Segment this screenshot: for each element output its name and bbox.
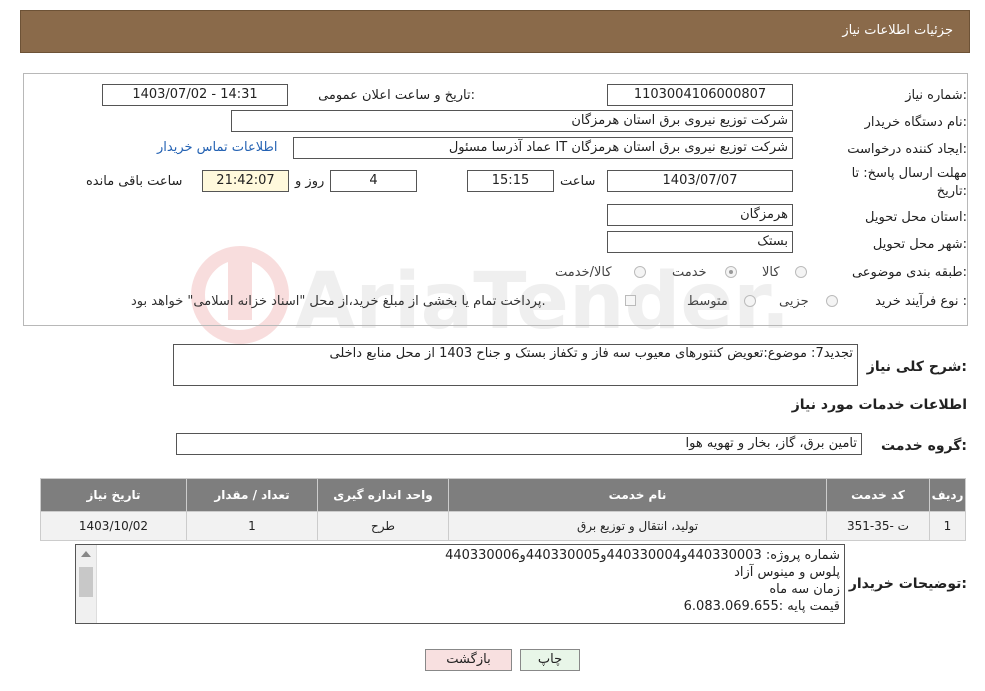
province-field: هرمزگان — [607, 204, 793, 226]
notes-line: شماره پروژه: 440330003و440330004و4403300… — [445, 548, 840, 563]
category-radio-goods-service[interactable] — [634, 266, 646, 278]
buyer-contact-link[interactable]: اطلاعات تماس خریدار — [157, 140, 277, 155]
category-radio-service[interactable] — [725, 266, 737, 278]
cell-date: 1403/10/02 — [40, 511, 187, 541]
cell-name: تولید، انتقال و توزیع برق — [448, 511, 827, 541]
cell-code: ت -35-351 — [826, 511, 930, 541]
deadline-time-label: ساعت — [560, 174, 596, 189]
description-text: تجدید7: موضوع:تعویض کنتورهای معیوب سه فا… — [329, 346, 853, 361]
description-textarea[interactable]: تجدید7: موضوع:تعویض کنتورهای معیوب سه فا… — [173, 344, 858, 386]
page-header: جزئیات اطلاعات نیاز — [20, 10, 970, 53]
col-code: کد خدمت — [826, 478, 930, 512]
notes-line: قیمت پایه :6.083.069.655 — [683, 599, 840, 614]
creator-label: ایجاد کننده درخواست: — [847, 142, 967, 157]
table-row: 1 ت -35-351 تولید، انتقال و توزیع برق طر… — [40, 511, 966, 541]
deadline-date-label: تاریخ: — [936, 184, 967, 199]
col-unit: واحد اندازه گیری — [317, 478, 449, 512]
cell-qty: 1 — [186, 511, 318, 541]
province-label: استان محل تحویل: — [865, 210, 967, 225]
city-field: بستک — [607, 231, 793, 253]
notes-line: زمان سه ماه — [769, 582, 840, 597]
purchase-minor-label: جزیی — [779, 294, 809, 309]
cell-row: 1 — [929, 511, 966, 541]
days-label: روز و — [295, 174, 325, 189]
city-label: شهر محل تحویل: — [872, 237, 967, 252]
announce-datetime-field: 1403/07/02 - 14:31 — [102, 84, 288, 106]
treasury-payment-note: پرداخت تمام یا بخشی از مبلغ خرید،از محل … — [131, 294, 546, 309]
col-name: نام خدمت — [448, 478, 827, 512]
category-radio-goods[interactable] — [795, 266, 807, 278]
days-field: 4 — [330, 170, 417, 192]
services-section-title: اطلاعات خدمات مورد نیاز — [791, 397, 967, 413]
buyer-org-label: نام دستگاه خریدار: — [864, 115, 967, 130]
buyer-notes-label: توضیحات خریدار: — [848, 576, 967, 592]
buyer-notes-textarea[interactable]: شماره پروژه: 440330003و440330004و4403300… — [75, 544, 845, 624]
col-qty: تعداد / مقدار — [186, 478, 318, 512]
need-number-label: شماره نیاز: — [905, 88, 967, 103]
service-group-field: تامین برق، گاز، بخار و تهویه هوا — [176, 433, 862, 455]
print-button[interactable]: چاپ — [520, 649, 580, 671]
purchase-radio-medium[interactable] — [744, 295, 756, 307]
scroll-thumb[interactable] — [79, 567, 93, 597]
need-number-field: 1103004106000807 — [607, 84, 793, 106]
buyer-org-field: شرکت توزیع نیروی برق استان هرمزگان — [231, 110, 793, 132]
scroll-up-icon[interactable] — [81, 551, 91, 557]
notes-line: پلوس و مینوس آزاد — [734, 565, 840, 580]
purchase-radio-minor[interactable] — [826, 295, 838, 307]
category-service-label: خدمت — [672, 265, 707, 280]
cell-unit: طرح — [317, 511, 449, 541]
back-button[interactable]: بازگشت — [425, 649, 512, 671]
creator-field: عماد آذرسا مسئول IT شرکت توزیع نیروی برق… — [293, 137, 793, 159]
description-label: شرح کلی نیاز: — [866, 359, 967, 375]
announce-label: تاریخ و ساعت اعلان عمومی: — [318, 88, 475, 103]
deadline-label: مهلت ارسال پاسخ: تا — [851, 166, 967, 181]
buyer-notes-content: شماره پروژه: 440330003و440330004و4403300… — [445, 547, 840, 615]
purchase-medium-label: متوسط — [687, 294, 728, 309]
remaining-label: ساعت باقی مانده — [86, 174, 183, 189]
category-goods-label: کالا — [762, 265, 780, 280]
service-group-label: گروه خدمت: — [881, 438, 967, 454]
category-label: طبقه بندی موضوعی: — [851, 265, 967, 280]
table-header-row: ردیف کد خدمت نام خدمت واحد اندازه گیری ت… — [40, 478, 966, 512]
remaining-time-field: 21:42:07 — [202, 170, 289, 192]
deadline-time-field: 15:15 — [467, 170, 554, 192]
category-goods-service-label: کالا/خدمت — [555, 265, 612, 280]
col-date: تاریخ نیاز — [40, 478, 187, 512]
page-title: جزئیات اطلاعات نیاز — [842, 23, 953, 38]
treasury-payment-checkbox[interactable] — [625, 295, 636, 306]
services-table: ردیف کد خدمت نام خدمت واحد اندازه گیری ت… — [40, 478, 966, 541]
purchase-type-label: نوع فرآیند خرید : — [875, 294, 967, 309]
notes-scrollbar[interactable] — [76, 545, 97, 623]
col-row: ردیف — [929, 478, 966, 512]
deadline-date-field: 1403/07/07 — [607, 170, 793, 192]
